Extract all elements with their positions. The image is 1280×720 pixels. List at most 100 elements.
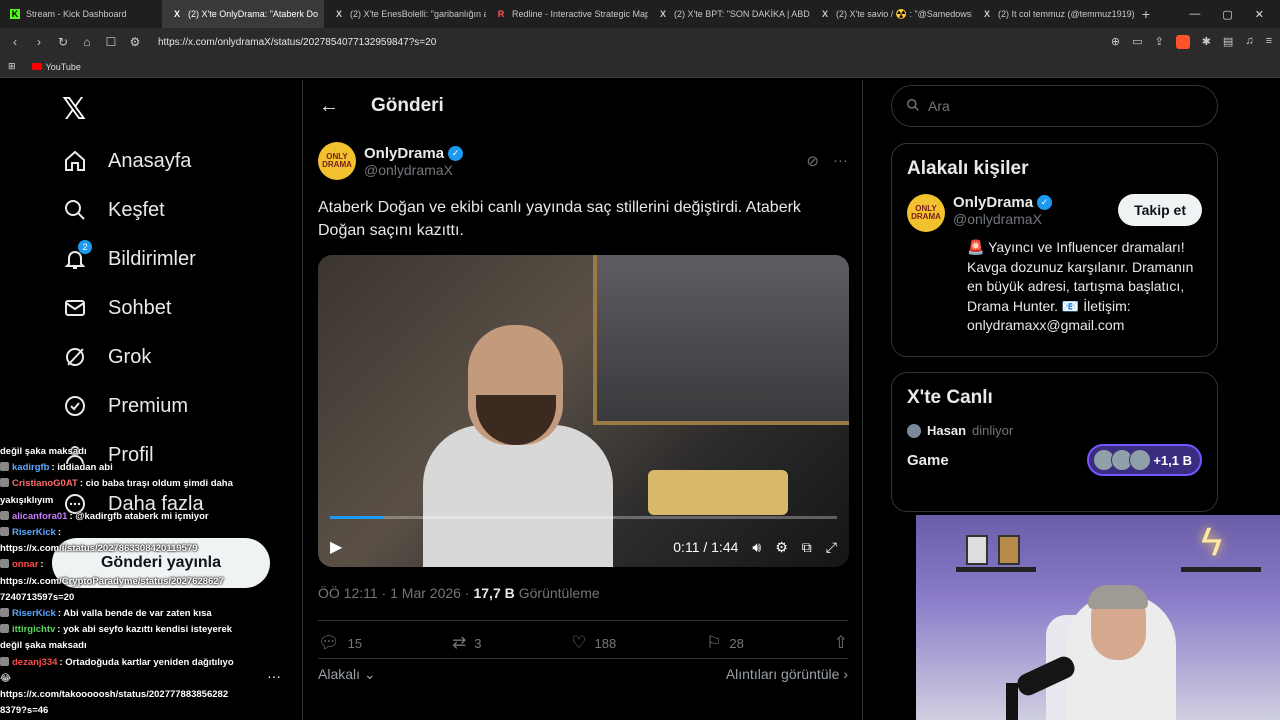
chat-username[interactable]: ittirgichtv	[12, 624, 55, 635]
author-name[interactable]: OnlyDrama ✓	[364, 145, 464, 162]
cast-icon[interactable]: ▭	[1132, 35, 1142, 49]
chat-message: https://x.com/i/status/20278633084201195…	[0, 541, 290, 557]
chat-username[interactable]: RiserKick	[12, 608, 56, 619]
repost-button[interactable]: ⇄ 3	[452, 633, 481, 653]
play-icon[interactable]: ▶	[330, 537, 342, 557]
maximize-icon[interactable]: ▢	[1222, 8, 1232, 21]
video-scene-sink	[648, 470, 788, 515]
minimize-icon[interactable]: —	[1189, 8, 1200, 21]
pip-icon[interactable]: ⧉	[802, 539, 812, 556]
post-actions: 💬︎ 15 ⇄ 3 ♡ 188 ⚐ 28 ⇧	[318, 633, 848, 653]
nav-chat[interactable]: Sohbet	[62, 295, 171, 321]
avatar[interactable]: ONLY DRAMA	[318, 142, 356, 180]
sort-dropdown[interactable]: Alakalı ⌄	[318, 666, 376, 683]
avatar[interactable]: ONLY DRAMA	[907, 194, 945, 232]
new-tab-button[interactable]: +	[1134, 6, 1158, 22]
mail-icon	[62, 295, 88, 321]
author-handle[interactable]: @onlydramaX	[364, 162, 463, 178]
more-options-icon[interactable]: ···	[833, 152, 848, 170]
avatar	[1129, 449, 1152, 471]
url-field[interactable]: https://x.com/onlydramaX/status/20278540…	[158, 37, 1101, 48]
close-window-icon[interactable]: ✕	[1255, 8, 1264, 21]
chat-message: alicanfora01: @kadirgfb ataberk mi içmiy…	[0, 509, 290, 525]
listeners-badge[interactable]: +1,1 B	[1087, 444, 1202, 476]
browser-tab[interactable]: X (2) X'te BPT: "SON DAKİKA | ABD Ba	[648, 0, 810, 28]
chat-username[interactable]: dezanj334	[12, 657, 57, 668]
chat-username[interactable]: kadirgfb	[12, 462, 49, 473]
view-quotes-link[interactable]: Alıntıları görüntüle ›	[726, 666, 848, 683]
chat-text: : cio baba tıraşı oldum şimdi daha	[79, 478, 233, 490]
person-name[interactable]: OnlyDrama ✓	[953, 194, 1053, 211]
extensions-icon[interactable]: ✱	[1202, 35, 1211, 49]
chat-username[interactable]: RiserKick	[12, 527, 56, 538]
browser-tab[interactable]: R Redline - Interactive Strategic Map	[486, 0, 648, 28]
person-handle[interactable]: @onlydramaX	[953, 211, 1052, 227]
browser-tab[interactable]: X (2) X'te savio / ☢️ : "@Samedowsk	[810, 0, 972, 28]
nav-notifications[interactable]: 2 Bildirimler	[62, 240, 196, 272]
chat-username[interactable]: onnar	[12, 559, 38, 570]
webcam-frame	[966, 535, 988, 565]
chat-text: : iddiadan abi	[51, 462, 113, 474]
x-logo-icon[interactable]: 𝕏	[62, 92, 86, 127]
share-icon[interactable]: ⇪	[1154, 35, 1163, 49]
bookmark-icon[interactable]: ☐	[104, 35, 118, 49]
tab-title: (2) X'te BPT: "SON DAKİKA | ABD Ba	[674, 9, 810, 19]
site-info-icon[interactable]: ⚙	[128, 35, 142, 49]
video-player[interactable]: ▶ 0:11 / 1:44 🔊︎ ⚙ ⧉ ⤢	[318, 255, 849, 567]
more-options-icon[interactable]: ···	[267, 668, 281, 684]
panel-title: X'te Canlı	[907, 387, 993, 408]
browser-tab[interactable]: X(2) X'te OnlyDrama: "Ataberk Do✕	[162, 0, 324, 28]
browser-tab[interactable]: X (2) It col temmuz (@temmuz1919) /	[972, 0, 1134, 28]
share-button[interactable]: ⇧	[834, 633, 848, 653]
apps-icon[interactable]: ⊞	[8, 61, 16, 72]
reply-button[interactable]: 💬︎ 15	[318, 633, 362, 653]
webcam-shelf	[956, 567, 1036, 572]
chat-message: yakışıklıyım	[0, 493, 290, 509]
like-button[interactable]: ♡ 188	[571, 633, 616, 653]
settings-icon[interactable]: ⚙	[775, 539, 788, 556]
forward-icon[interactable]: ›	[32, 35, 46, 49]
browser-tab[interactable]: K Stream - Kick Dashboard	[0, 0, 162, 28]
sidebar-icon[interactable]: ▤	[1223, 35, 1233, 49]
tab-title: (2) It col temmuz (@temmuz1919) /	[998, 9, 1134, 19]
video-progress-bar[interactable]	[330, 516, 837, 519]
search-input[interactable]: Ara	[891, 85, 1218, 127]
live-space[interactable]: Game +1,1 B	[892, 438, 1217, 482]
nav-explore[interactable]: Keşfet	[62, 197, 165, 223]
address-bar: ‹ › ↻ ⌂ ☐ ⚙ https://x.com/onlydramaX/sta…	[0, 28, 1280, 56]
browser-tab[interactable]: X (2) X'te EnesBolelli: "garibanlığın an	[324, 0, 486, 28]
bookmark-button[interactable]: ⚐ 28	[706, 633, 744, 653]
chat-username[interactable]: CristianoG0AT	[12, 478, 78, 489]
divider	[318, 620, 848, 621]
back-icon[interactable]: ‹	[8, 35, 22, 49]
fullscreen-icon[interactable]: ⤢	[826, 539, 837, 556]
menu-icon[interactable]: ≡	[1266, 35, 1272, 49]
chat-message: RiserKick:	[0, 525, 290, 541]
nav-home[interactable]: Anasayfa	[62, 148, 191, 174]
chat-badge-icon	[0, 559, 9, 569]
nav-grok[interactable]: Grok	[62, 344, 151, 370]
webcam-overlay: ϟ	[916, 515, 1280, 720]
follow-button[interactable]: Takip et	[1118, 194, 1202, 226]
verified-icon: ✓	[1037, 195, 1053, 210]
home-icon[interactable]: ⌂	[80, 35, 94, 49]
video-scene-mirror	[593, 255, 849, 425]
back-arrow-icon[interactable]: ←	[319, 95, 339, 118]
reload-icon[interactable]: ↻	[56, 35, 70, 49]
bell-icon: 2	[62, 240, 92, 272]
grok-icon[interactable]: ⊘	[806, 152, 819, 170]
chat-text: değil şaka maksadı	[0, 446, 87, 457]
chat-text: https://x.com/i/status/20278633084201195…	[0, 543, 198, 555]
post-top-actions: ⊘ ···	[806, 152, 848, 170]
volume-icon[interactable]: 🔊︎	[752, 539, 761, 556]
tab-favicon-icon: X	[659, 9, 666, 19]
chat-message: 8379?s=46	[0, 703, 290, 719]
zoom-icon[interactable]: ⊕	[1111, 35, 1120, 49]
brave-shield-icon[interactable]	[1175, 35, 1190, 49]
media-icon[interactable]: ♫	[1245, 35, 1253, 49]
tab-favicon-icon: X	[983, 9, 990, 19]
chat-username[interactable]: alicanfora01	[12, 511, 67, 522]
divider	[318, 658, 848, 659]
nav-premium[interactable]: Premium	[62, 393, 188, 419]
bookmark-youtube[interactable]: YouTube	[31, 62, 81, 72]
